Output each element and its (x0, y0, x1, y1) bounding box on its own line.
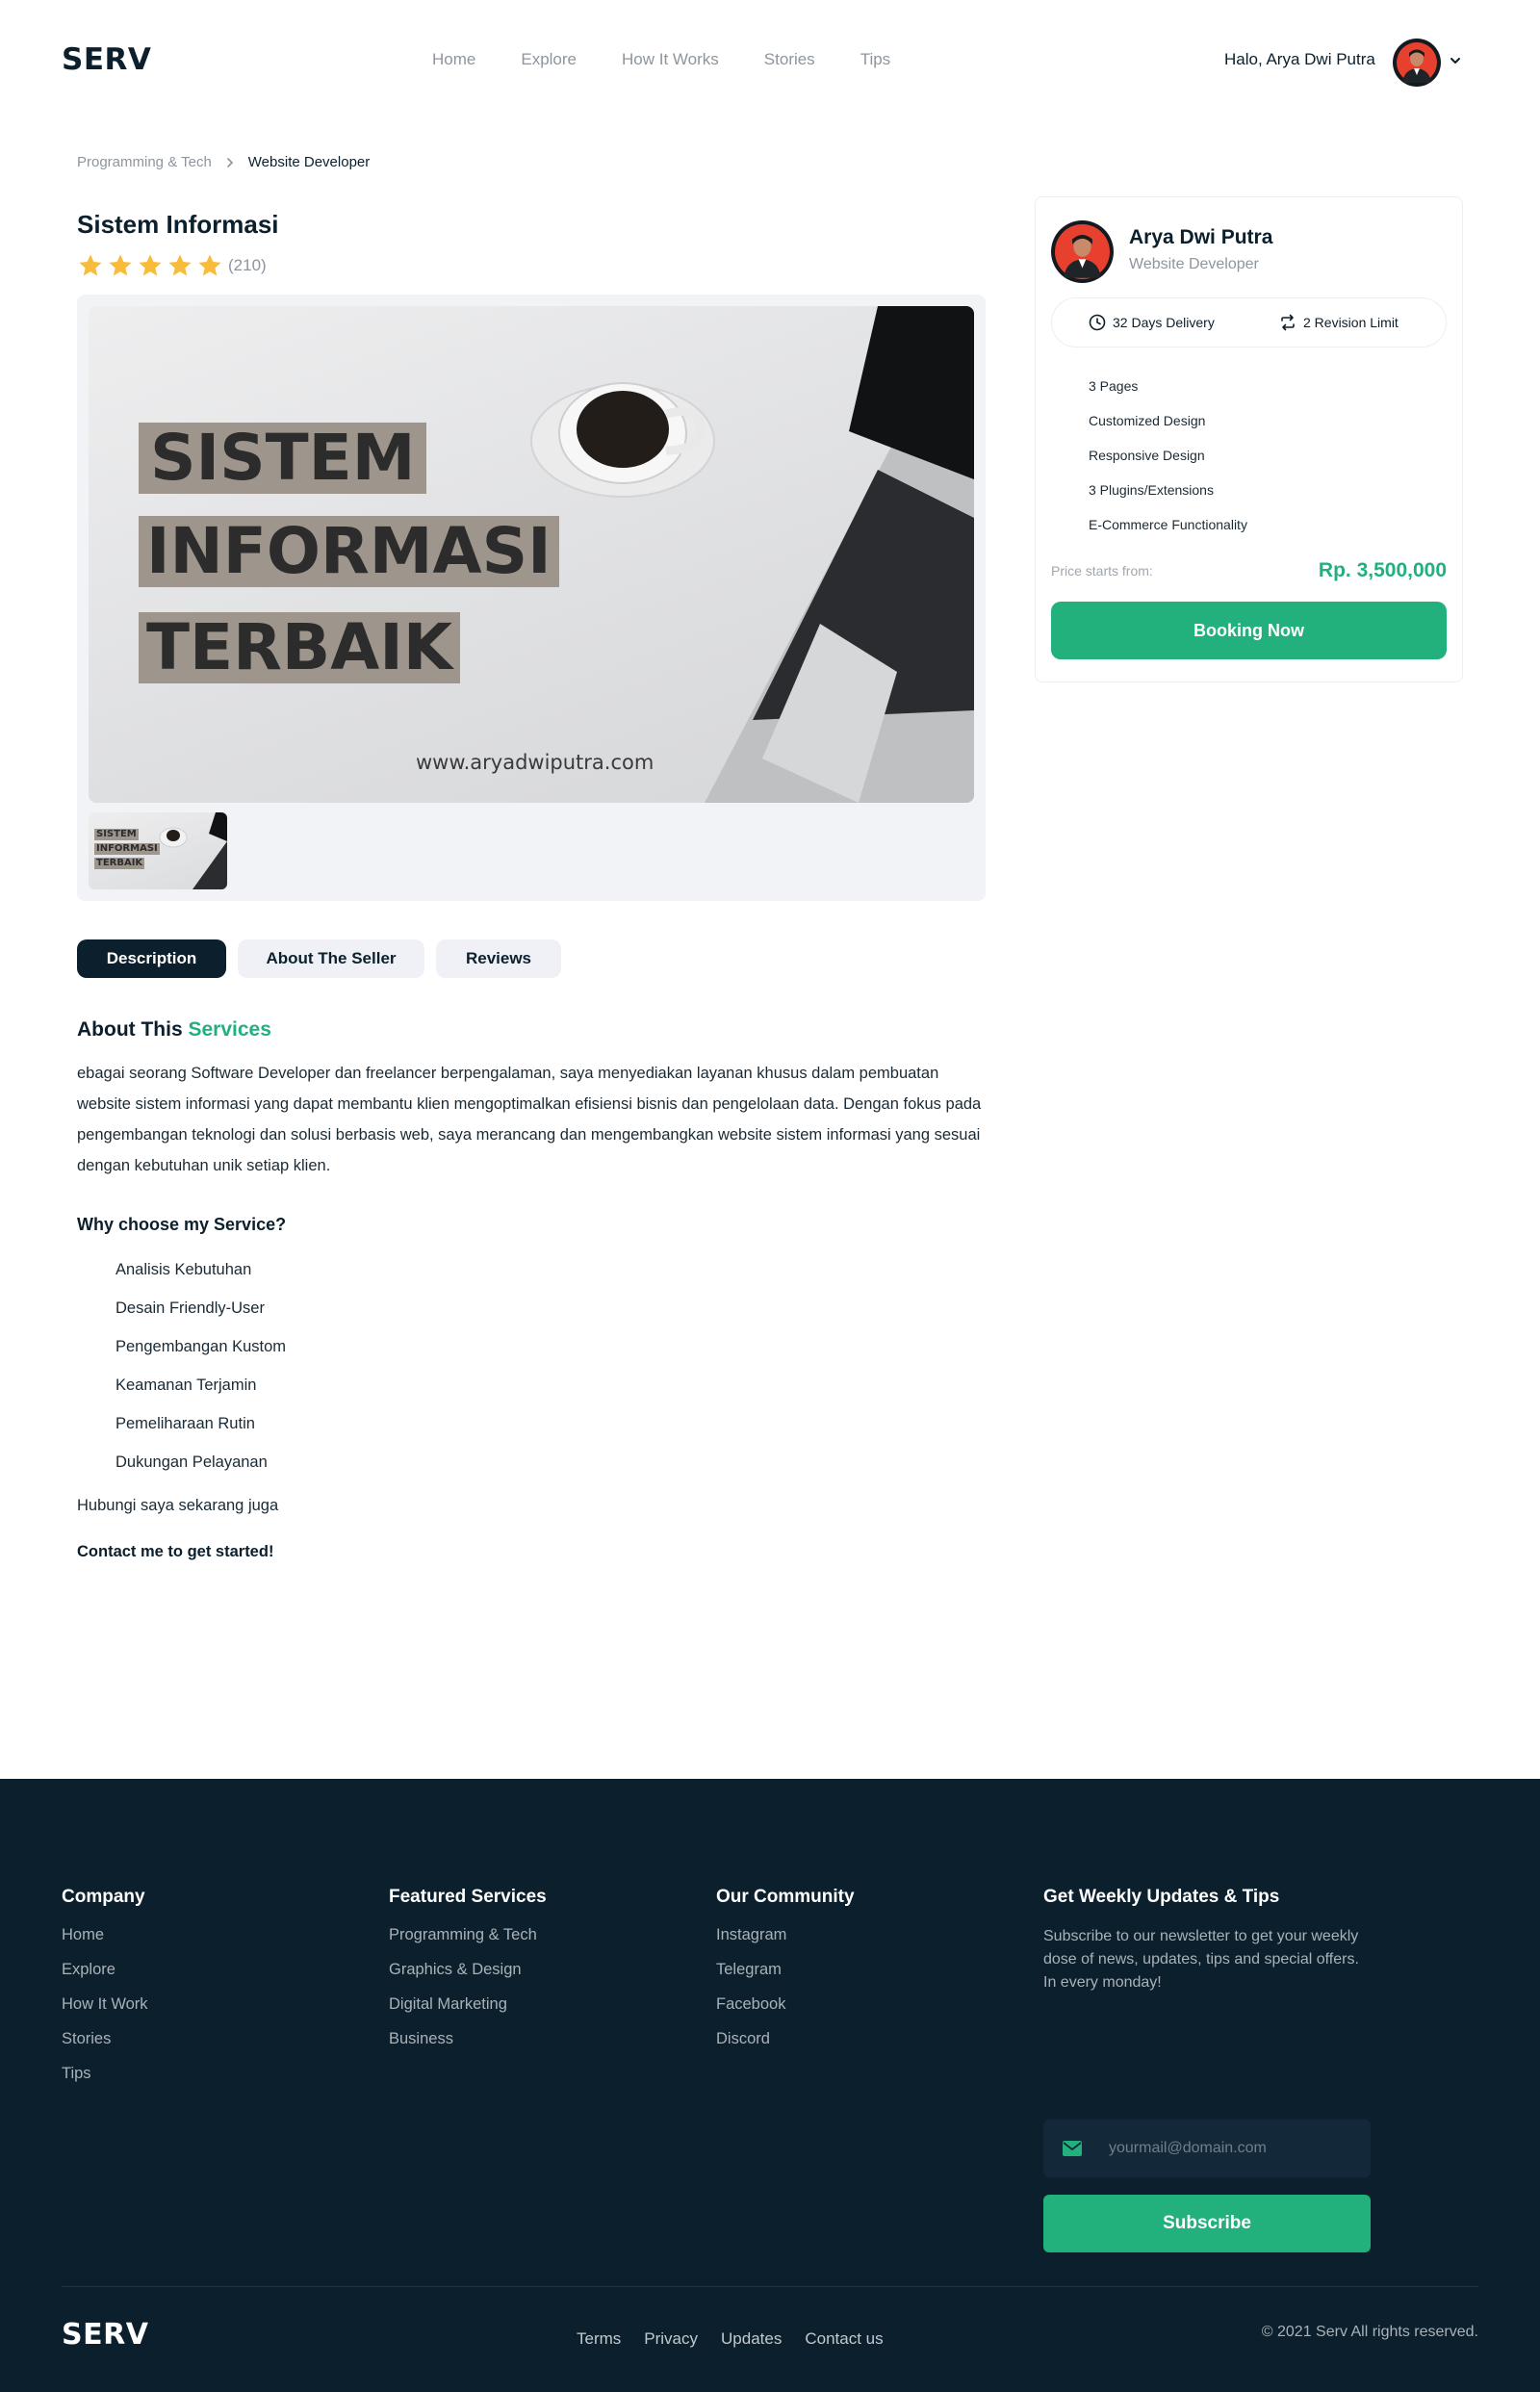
chevron-down-icon[interactable] (1449, 54, 1462, 67)
why-title: Why choose my Service? (77, 1215, 287, 1234)
footer-link[interactable]: Stories (62, 2029, 148, 2064)
footer-link[interactable]: Programming & Tech (389, 1925, 547, 1960)
chevron-right-icon (226, 157, 233, 167)
tab-about-the-seller[interactable]: About The Seller (238, 939, 424, 978)
footer-link[interactable]: Digital Marketing (389, 1994, 547, 2029)
footer-featured: Featured Services Programming & Tech Gra… (389, 1887, 547, 2064)
footer-link[interactable]: Tips (62, 2064, 148, 2098)
contact-text: Contact me to get started! (77, 1543, 274, 1560)
footer-privacy-link[interactable]: Privacy (644, 2329, 698, 2349)
footer-link[interactable]: Graphics & Design (389, 1960, 547, 1994)
footer-divider (62, 2286, 1478, 2287)
list-item: Pemeliharaan Rutin (116, 1415, 255, 1432)
seller-card: Arya Dwi Putra Website Developer 32 Days… (1035, 196, 1463, 682)
footer-link[interactable]: Instagram (716, 1925, 855, 1960)
list-item: Keamanan Terjamin (116, 1376, 257, 1394)
refresh-icon (1281, 314, 1295, 331)
service-title: Sistem Informasi (77, 210, 279, 239)
feature-list: 3 Pages Customized Design Responsive Des… (1089, 376, 1247, 550)
email-field (1043, 2120, 1371, 2177)
breadcrumb-current: Website Developer (247, 154, 371, 170)
rating-count: (210) (228, 256, 267, 274)
footer-link[interactable]: Explore (62, 1960, 148, 1994)
tab-description[interactable]: Description (77, 939, 226, 978)
footer-newsletter: Get Weekly Updates & Tips Subscribe to o… (1043, 1887, 1390, 2272)
list-item: Analisis Kebutuhan (116, 1261, 252, 1278)
about-body: ebagai seorang Software Developer dan fr… (77, 1065, 982, 1174)
main-service-image[interactable]: SISTEM INFORMASI TERBAIK www.aryadwiputr… (89, 306, 974, 803)
star-icon (79, 254, 102, 276)
user-avatar[interactable] (1393, 39, 1441, 87)
star-icon (168, 254, 192, 276)
delivery-item: 32 Days Delivery (1089, 314, 1215, 331)
footer-updates-link[interactable]: Updates (721, 2329, 782, 2349)
footer-link[interactable]: Home (62, 1925, 148, 1960)
site-footer: Company Home Explore How It Work Stories… (0, 1779, 1540, 2392)
star-icon (139, 254, 162, 276)
breadcrumb: Programming & Tech Website Developer (77, 154, 370, 170)
seller-avatar (1051, 220, 1114, 283)
list-item: 3 Pages (1089, 378, 1139, 394)
nav-tips[interactable]: Tips (860, 50, 891, 69)
why-list: Analisis Kebutuhan Desain Friendly-User … (116, 1257, 286, 1488)
star-icon (109, 254, 132, 276)
footer-bottom-links: Terms Privacy Updates Contact us (577, 2329, 907, 2349)
booking-now-button[interactable]: Booking Now (1051, 602, 1447, 659)
hubungi-text: Hubungi saya sekarang juga (77, 1497, 279, 1514)
footer-link[interactable]: How It Work (62, 1994, 148, 2029)
list-item: Customized Design (1089, 413, 1206, 428)
list-item: Responsive Design (1089, 448, 1205, 463)
nav-home[interactable]: Home (432, 50, 475, 69)
footer-link[interactable]: Telegram (716, 1960, 855, 1994)
tab-reviews[interactable]: Reviews (436, 939, 561, 978)
copyright: © 2021 Serv All rights reserved. (1261, 2324, 1478, 2340)
logo[interactable]: SERV (62, 42, 151, 77)
footer-heading: Get Weekly Updates & Tips (1043, 1887, 1280, 1907)
image-text-line-2: INFORMASI (139, 516, 559, 587)
clock-icon (1089, 314, 1106, 331)
image-text-line-1: SISTEM (139, 423, 427, 494)
list-item: Dukungan Pelayanan (116, 1453, 268, 1471)
revision-item: 2 Revision Limit (1279, 314, 1399, 331)
breadcrumb-category[interactable]: Programming & Tech (77, 154, 212, 170)
rating: (210) (77, 252, 267, 279)
footer-heading: Company (62, 1887, 145, 1907)
price-value: Rp. 3,500,000 (1318, 559, 1447, 581)
list-item: Desain Friendly-User (116, 1299, 265, 1317)
thumbnail-image[interactable]: SISTEM INFORMASI TERBAIK (89, 812, 227, 889)
seller-role: Website Developer (1129, 256, 1259, 272)
main-nav: Home Explore How It Works Stories Tips (432, 50, 936, 69)
footer-heading: Our Community (716, 1887, 855, 1907)
footer-link[interactable]: Facebook (716, 1994, 855, 2029)
footer-terms-link[interactable]: Terms (577, 2329, 621, 2349)
user-greeting: Halo, Arya Dwi Putra (1224, 50, 1375, 68)
image-website: www.aryadwiputra.com (416, 751, 654, 774)
tabs: Description About The Seller Reviews (77, 939, 573, 978)
about-title: About This Services (77, 1018, 271, 1041)
newsletter-text: Subscribe to our newsletter to get your … (1043, 1928, 1359, 1991)
nav-explore[interactable]: Explore (521, 50, 577, 69)
delivery-info: 32 Days Delivery 2 Revision Limit (1051, 297, 1447, 347)
nav-how-it-works[interactable]: How It Works (622, 50, 719, 69)
site-header: SERV Home Explore How It Works Stories T… (0, 0, 1540, 121)
list-item: 3 Plugins/Extensions (1089, 482, 1214, 498)
footer-logo[interactable]: SERV (62, 2318, 148, 2352)
price-label: Price starts from: (1051, 563, 1153, 579)
footer-link[interactable]: Discord (716, 2029, 855, 2064)
footer-link[interactable]: Business (389, 2029, 547, 2064)
star-icon (198, 254, 221, 276)
mail-icon (1063, 2141, 1082, 2156)
footer-community: Our Community Instagram Telegram Faceboo… (716, 1887, 855, 2064)
nav-stories[interactable]: Stories (764, 50, 815, 69)
list-item: E-Commerce Functionality (1089, 517, 1247, 532)
footer-company: Company Home Explore How It Work Stories… (62, 1887, 148, 2098)
footer-heading: Featured Services (389, 1887, 547, 1907)
footer-contact-link[interactable]: Contact us (805, 2329, 883, 2349)
gallery: SISTEM INFORMASI TERBAIK www.aryadwiputr… (77, 295, 986, 901)
seller-name: Arya Dwi Putra (1129, 226, 1273, 248)
email-input[interactable] (1109, 2120, 1359, 2177)
list-item: Pengembangan Kustom (116, 1338, 287, 1355)
image-text-line-3: TERBAIK (139, 612, 461, 683)
subscribe-button[interactable]: Subscribe (1043, 2195, 1371, 2252)
